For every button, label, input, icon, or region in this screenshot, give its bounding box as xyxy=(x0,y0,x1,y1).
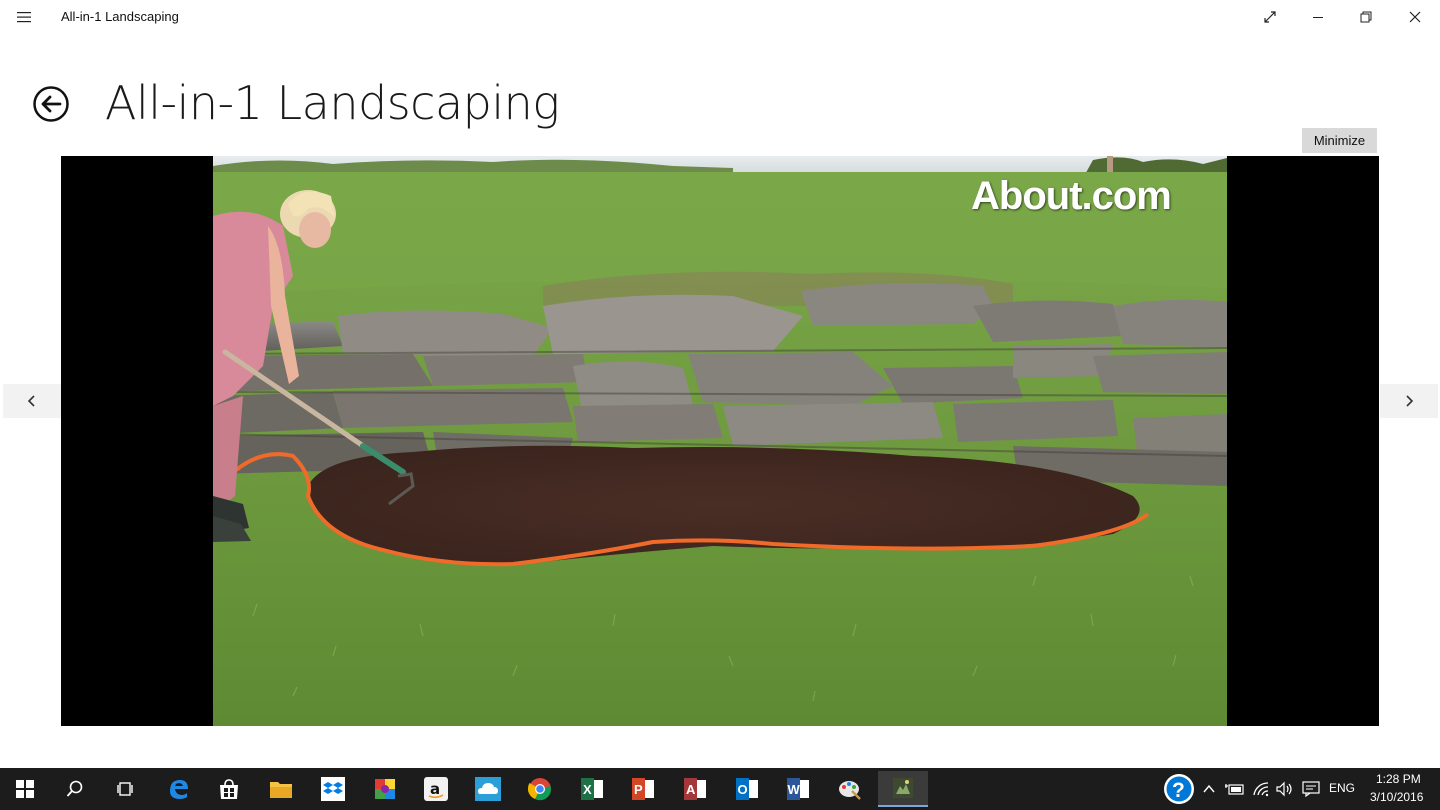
clock-date[interactable]: 3/10/2016 xyxy=(1370,790,1423,804)
powerpoint-button[interactable]: P xyxy=(620,771,666,807)
svg-text:?: ? xyxy=(1172,779,1185,802)
battery-button[interactable] xyxy=(1222,771,1248,807)
wifi-icon xyxy=(1253,782,1269,797)
store-button[interactable] xyxy=(206,771,252,807)
network-button[interactable] xyxy=(1248,771,1274,807)
photo-gallery-icon xyxy=(375,779,395,799)
previous-button[interactable] xyxy=(3,384,61,418)
dropbox-button[interactable] xyxy=(310,771,356,807)
powerpoint-icon: P xyxy=(632,778,654,800)
minimize-window-button[interactable] xyxy=(1295,0,1341,34)
svg-text:O: O xyxy=(738,782,748,797)
watermark-logo: About.com xyxy=(971,174,1172,218)
help-question-icon: ? xyxy=(1164,774,1194,804)
excel-button[interactable]: X xyxy=(569,771,615,807)
close-icon xyxy=(1409,11,1421,23)
next-button[interactable] xyxy=(1380,384,1438,418)
page-title: All-in-1 Landscaping xyxy=(105,76,560,130)
photos-button[interactable] xyxy=(362,771,408,807)
hamburger-menu-icon[interactable] xyxy=(8,2,40,32)
task-view-icon xyxy=(117,782,133,796)
onedrive-button[interactable] xyxy=(465,771,511,807)
search-icon xyxy=(66,780,83,797)
task-view-button[interactable] xyxy=(102,771,148,807)
folder-icon xyxy=(270,782,292,798)
language-indicator[interactable]: ENG xyxy=(1329,781,1355,795)
outlook-button[interactable]: O xyxy=(724,771,770,807)
speaker-icon xyxy=(1276,781,1292,797)
svg-text:X: X xyxy=(583,782,592,797)
action-center-button[interactable] xyxy=(1298,771,1324,807)
landscaping-app-icon xyxy=(893,778,913,798)
landscaping-app-button[interactable] xyxy=(878,771,928,807)
minimize-viewer-button[interactable]: Minimize xyxy=(1302,128,1377,153)
windows-logo-icon xyxy=(16,780,34,798)
paint-palette-icon xyxy=(839,781,861,800)
edge-icon xyxy=(170,780,188,799)
restore-icon xyxy=(1360,11,1372,23)
restore-window-button[interactable] xyxy=(1343,0,1389,34)
edge-button[interactable] xyxy=(155,771,201,807)
expand-icon xyxy=(1264,11,1276,23)
media-viewer[interactable]: About.com xyxy=(61,156,1379,726)
search-button[interactable] xyxy=(52,771,98,807)
chevron-left-icon xyxy=(27,395,35,407)
onedrive-icon xyxy=(475,777,501,801)
amazon-button[interactable]: a xyxy=(413,771,459,807)
store-icon xyxy=(220,779,238,799)
window-title: All-in-1 Landscaping xyxy=(61,9,179,24)
word-icon: W xyxy=(787,778,809,800)
svg-text:P: P xyxy=(634,782,643,797)
back-arrow-icon xyxy=(33,86,69,122)
start-button[interactable] xyxy=(2,771,48,807)
close-window-button[interactable] xyxy=(1392,0,1438,34)
back-button[interactable] xyxy=(32,85,70,123)
landscaping-scene-image xyxy=(213,156,1227,726)
chevron-up-icon xyxy=(1203,784,1215,793)
help-button[interactable]: ? xyxy=(1159,771,1199,807)
title-bar: All-in-1 Landscaping xyxy=(0,0,1440,34)
excel-icon: X xyxy=(581,778,603,800)
chrome-button[interactable] xyxy=(517,771,563,807)
notification-icon xyxy=(1302,781,1320,797)
page-header: All-in-1 Landscaping xyxy=(0,60,1440,150)
chevron-right-icon xyxy=(1406,395,1414,407)
clock-time[interactable]: 1:28 PM xyxy=(1376,772,1421,786)
fullscreen-button[interactable] xyxy=(1247,0,1293,34)
minus-icon xyxy=(1313,17,1323,18)
word-button[interactable]: W xyxy=(775,771,821,807)
file-explorer-button[interactable] xyxy=(258,771,304,807)
amazon-icon: a xyxy=(424,777,448,801)
outlook-icon: O xyxy=(736,778,758,800)
taskbar: a X P A O W ? ENG 1:28 PM 3/10/2016 xyxy=(0,768,1440,810)
show-hidden-icons-button[interactable] xyxy=(1198,771,1220,807)
svg-text:A: A xyxy=(686,782,696,797)
battery-icon xyxy=(1225,784,1244,795)
dropbox-icon xyxy=(321,777,345,801)
access-icon: A xyxy=(684,778,706,800)
video-frame[interactable]: About.com xyxy=(213,156,1227,726)
volume-button[interactable] xyxy=(1272,771,1298,807)
svg-text:W: W xyxy=(788,782,801,797)
svg-text:a: a xyxy=(430,780,440,798)
chrome-icon xyxy=(528,778,551,801)
paint-button[interactable] xyxy=(827,771,873,807)
access-button[interactable]: A xyxy=(672,771,718,807)
